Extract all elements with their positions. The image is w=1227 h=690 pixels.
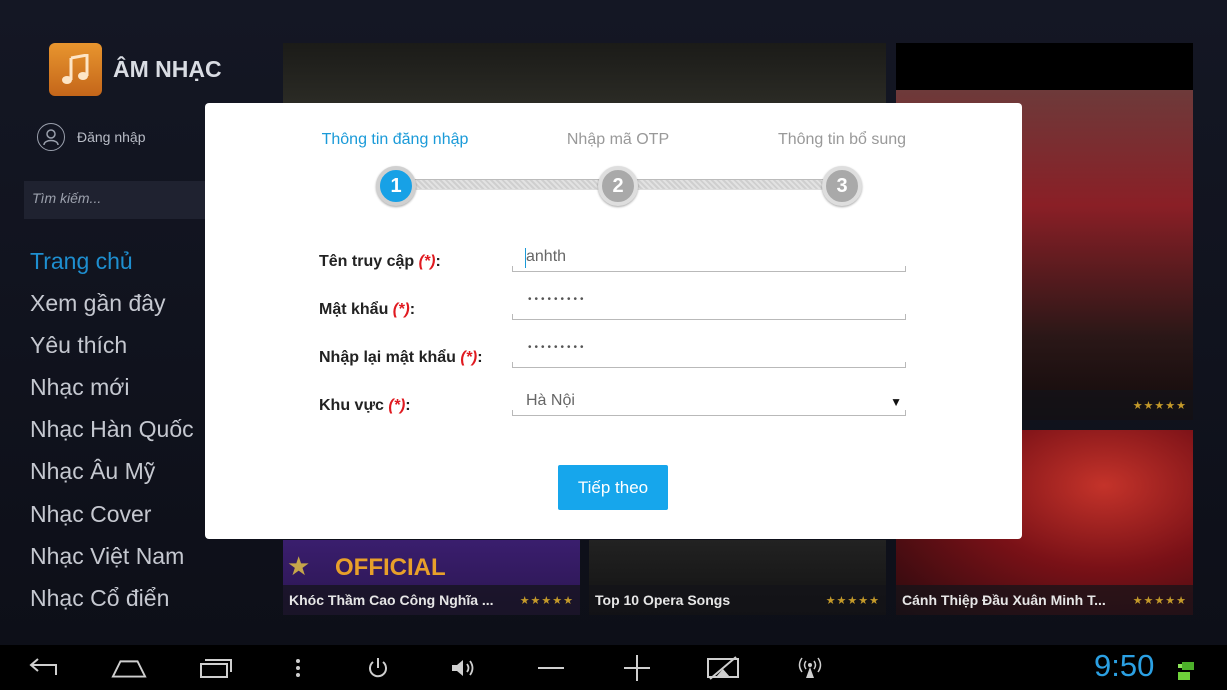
confirm-password-label: Nhập lại mật khẩu (*):: [319, 349, 483, 366]
step-indicator-2: 2: [598, 166, 638, 206]
menu-icon[interactable]: [280, 655, 316, 681]
music-note-icon: [49, 43, 102, 96]
system-navigation-bar: [0, 645, 1227, 690]
step-label-login-info: Thông tin đăng nhập: [321, 131, 469, 148]
step-indicator-1: 1: [376, 166, 416, 206]
sidebar-item-vietnam[interactable]: Nhạc Việt Nam: [30, 539, 194, 581]
sidebar-item-new-music[interactable]: Nhạc mới: [30, 370, 194, 412]
confirm-password-value: •••••••••: [528, 342, 587, 353]
password-label: Mật khẩu (*):: [319, 301, 416, 318]
video-tile[interactable]: Top 10 Opera Songs ★★★★★: [589, 540, 886, 615]
login-label: Đăng nhập: [77, 129, 146, 145]
app-title: ÂM NHẠC: [113, 56, 222, 82]
region-select[interactable]: Hà Nội ▼: [512, 392, 906, 416]
volume-up-icon[interactable]: [619, 655, 655, 681]
tile-caption: Khóc Thầm Cao Công Nghĩa ... ★★★★★: [283, 585, 580, 615]
required-mark: (*): [460, 349, 478, 366]
wireless-hotspot-icon[interactable]: [792, 655, 828, 681]
region-label: Khu vực (*):: [319, 397, 411, 414]
dropdown-arrow-icon: ▼: [890, 395, 902, 409]
sidebar-item-cover[interactable]: Nhạc Cover: [30, 497, 194, 539]
sidebar-item-home[interactable]: Trang chủ: [30, 244, 194, 286]
status-clock: 9:50: [1094, 648, 1155, 683]
user-icon: [37, 123, 65, 151]
required-mark: (*): [392, 301, 410, 318]
step-indicator-3: 3: [822, 166, 862, 206]
tile-caption: Cánh Thiệp Đầu Xuân Minh T... ★★★★★: [896, 585, 1193, 615]
step-label-additional-info: Thông tin bổ sung: [777, 131, 907, 148]
recent-apps-icon[interactable]: [198, 655, 234, 681]
username-label: Tên truy cập (*):: [319, 253, 441, 270]
sidebar-item-favorites[interactable]: Yêu thích: [30, 328, 194, 370]
username-value: anhth: [526, 248, 567, 265]
home-icon[interactable]: [111, 655, 147, 681]
video-tile[interactable]: OFFICIAL ★ Khóc Thầm Cao Công Nghĩa ... …: [283, 540, 580, 615]
tile-title: Cánh Thiệp Đầu Xuân Minh T...: [902, 592, 1106, 608]
tile-title: Khóc Thầm Cao Công Nghĩa ...: [289, 592, 494, 608]
rating-stars: ★★★★★: [825, 593, 880, 607]
region-value: Hà Nội: [526, 392, 575, 409]
step-label-otp: Nhập mã OTP: [566, 131, 670, 148]
video-tile[interactable]: [283, 43, 886, 105]
password-field[interactable]: •••••••••: [512, 294, 906, 320]
network-status-icon: [1176, 660, 1196, 682]
required-mark: (*): [418, 253, 436, 270]
sidebar-item-recent[interactable]: Xem gần đây: [30, 286, 194, 328]
screen-cast-off-icon[interactable]: [705, 655, 741, 681]
sidebar-item-korean[interactable]: Nhạc Hàn Quốc: [30, 412, 194, 454]
login-link[interactable]: Đăng nhập: [37, 123, 146, 151]
rating-stars: ★★★★★: [519, 593, 574, 607]
video-tile[interactable]: [896, 43, 1193, 90]
password-value: •••••••••: [528, 294, 587, 305]
tile-caption: Top 10 Opera Songs ★★★★★: [589, 585, 886, 615]
official-banner: OFFICIAL: [335, 554, 446, 581]
volume-icon[interactable]: [446, 655, 482, 681]
username-field[interactable]: anhth: [512, 248, 906, 272]
tile-title: Top 10 Opera Songs: [595, 592, 731, 608]
required-mark: (*): [388, 397, 406, 414]
sidebar-item-us-uk[interactable]: Nhạc Âu Mỹ: [30, 454, 194, 496]
next-button[interactable]: Tiếp theo: [558, 465, 668, 510]
back-icon[interactable]: [25, 655, 61, 681]
music-app: ÂM NHẠC Đăng nhập Tìm kiếm... Trang chủ …: [0, 0, 1227, 645]
sidebar-item-classical[interactable]: Nhạc Cổ điển: [30, 581, 194, 623]
registration-dialog: Thông tin đăng nhập Nhập mã OTP Thông ti…: [205, 103, 1022, 539]
volume-down-icon[interactable]: [533, 655, 569, 681]
rating-stars: ★★★★★: [1132, 398, 1187, 412]
star-icon: ★: [287, 552, 311, 582]
confirm-password-field[interactable]: •••••••••: [512, 342, 906, 368]
sidebar-nav: Trang chủ Xem gần đây Yêu thích Nhạc mới…: [30, 244, 194, 623]
rating-stars: ★★★★★: [1132, 593, 1187, 607]
power-icon[interactable]: [360, 655, 396, 681]
search-input[interactable]: Tìm kiếm...: [24, 181, 224, 219]
